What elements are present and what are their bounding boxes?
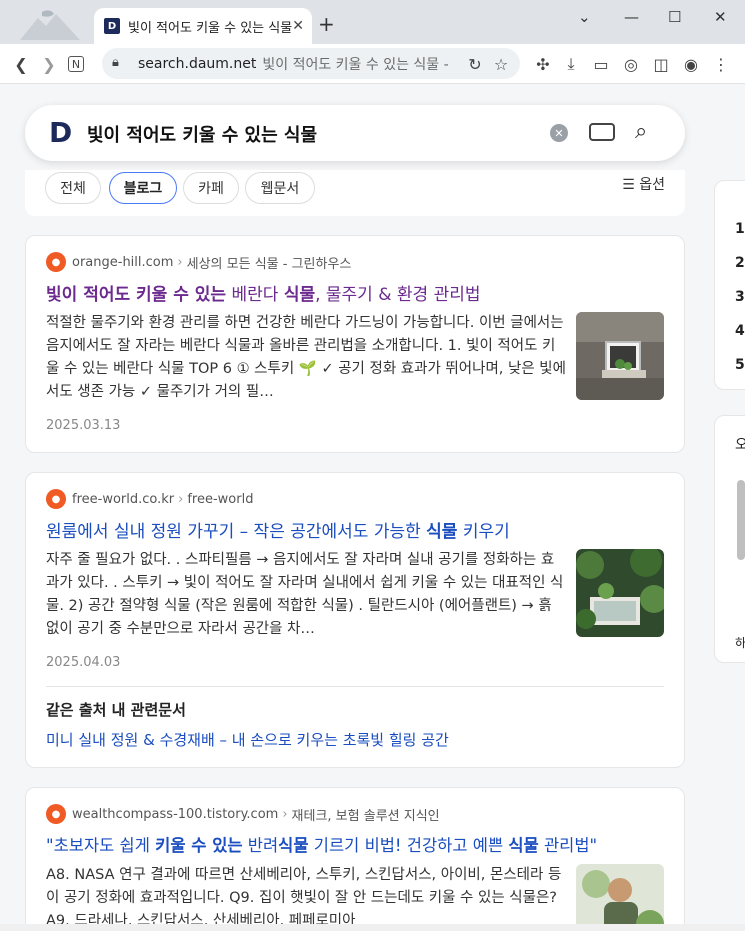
title-text: 기르기 비법! 건강하고 예쁜 [308, 836, 509, 855]
rank-number[interactable]: 2 [735, 255, 745, 271]
close-window-button[interactable]: ✕ [714, 8, 727, 26]
back-arrow-icon[interactable]: ❮ [10, 53, 32, 75]
sidebar-heading: 오 [735, 437, 745, 453]
lock-icon: 🔒︎ [112, 55, 119, 70]
options-label: 옵션 [639, 177, 665, 193]
search-box[interactable]: D 빛이 적어도 키울 수 있는 식물 ✕ ⌕ [25, 105, 685, 161]
menu-kebab-icon[interactable]: ⋮ [710, 53, 732, 75]
result-source[interactable]: ● wealthcompass-100.tistory.com › 재테크, 보… [46, 804, 440, 824]
search-input[interactable]: 빛이 적어도 키울 수 있는 식물 [87, 121, 317, 147]
tab-cafe[interactable]: 카페 [183, 172, 239, 204]
browser-toolbar: ❮ ❯ N 🔒︎ search.daum.net 빛이 적어도 키울 수 있는 … [0, 44, 745, 84]
filter-bar: 전체 블로그 카페 웹문서 ☰ 옵션 [25, 170, 685, 216]
source-subtitle: 재테크, 보험 솔루션 지식인 [291, 808, 440, 824]
result-source[interactable]: ● orange-hill.com › 세상의 모든 식물 - 그린하우스 [46, 252, 351, 272]
title-highlight: 식물 [278, 836, 309, 855]
breadcrumb-separator-icon: › [178, 491, 184, 507]
source-domain: wealthcompass-100.tistory.com [72, 806, 279, 822]
result-snippet: 적절한 물주기와 환경 관리를 하면 건강한 베란다 가드닝이 가능합니다. 이… [46, 315, 566, 400]
vertical-scrollbar[interactable] [737, 480, 745, 560]
source-site-icon: ● [46, 252, 66, 272]
horizontal-scrollbar[interactable] [0, 924, 745, 931]
source-subtitle: free-world [187, 491, 254, 507]
tab-search-chevron-icon[interactable]: ⌄ [578, 8, 591, 26]
source-site-icon: ● [46, 804, 66, 824]
reload-icon[interactable]: ↻ [464, 53, 486, 75]
new-tab-button[interactable]: + [318, 12, 335, 36]
bookmark-star-icon[interactable]: ☆ [490, 53, 512, 75]
sidebar-footer[interactable]: 하 [735, 634, 745, 651]
options-button[interactable]: ☰ 옵션 [622, 174, 665, 194]
title-highlight: 식물 [508, 836, 539, 855]
result-thumbnail[interactable] [576, 549, 664, 637]
result-card: ● orange-hill.com › 세상의 모든 식물 - 그린하우스 빛이… [25, 235, 685, 453]
maximize-button[interactable]: ☐ [668, 8, 681, 26]
tab-title: 빛이 적어도 키울 수 있는 식물 [128, 20, 293, 36]
title-text: 베란다 [226, 285, 284, 305]
result-source[interactable]: ● free-world.co.kr › free-world [46, 489, 253, 509]
tab-blog[interactable]: 블로그 [109, 172, 177, 204]
browser-titlebar: D 빛이 적어도 키울 수 있는 식물 ✕ + ⌄ — ☐ ✕ [0, 0, 745, 44]
screenshot-icon[interactable]: ◎ [620, 53, 642, 75]
related-link[interactable]: 미니 실내 정원 & 수경재배 – 내 손으로 키우는 초록빛 힐링 공간 [46, 729, 449, 750]
title-text: 관리법" [538, 836, 598, 855]
result-date: 2025.04.03 [46, 655, 121, 670]
rank-number[interactable]: 5 [735, 357, 745, 373]
title-highlight: 식물 [426, 522, 458, 542]
result-thumbnail[interactable] [576, 312, 664, 400]
title-text: , 물주기 & 환경 관리법 [315, 285, 481, 305]
clear-icon[interactable]: ✕ [550, 124, 568, 142]
sliders-icon: ☰ [622, 177, 640, 193]
bird-decoration-icon [20, 6, 80, 40]
tab-all[interactable]: 전체 [45, 172, 101, 204]
sidebar-ranking-panel: 1 2 3 4 5 [714, 180, 745, 390]
result-snippet: A8. NASA 연구 결과에 따르면 산세베리아, 스투키, 스킨답서스, 아… [46, 867, 562, 929]
download-icon[interactable]: ⤓ [560, 53, 582, 75]
profile-icon[interactable]: ◉ [680, 53, 702, 75]
daum-logo-icon[interactable]: D [49, 119, 73, 147]
title-text: 키우기 [457, 522, 510, 542]
title-highlight: 빛이 적어도 키울 수 있는 [46, 285, 227, 305]
forward-arrow-icon[interactable]: ❯ [38, 53, 60, 75]
breadcrumb-separator-icon: › [177, 254, 183, 270]
keyboard-icon[interactable] [589, 123, 615, 141]
section-divider [46, 686, 664, 687]
source-domain: free-world.co.kr [72, 491, 175, 507]
result-card: ● wealthcompass-100.tistory.com › 재테크, 보… [25, 787, 685, 931]
rank-number[interactable]: 1 [735, 221, 745, 237]
daum-favicon-icon: D [104, 18, 120, 34]
side-panel-icon[interactable]: ◫ [650, 53, 672, 75]
tab-close-icon[interactable]: ✕ [292, 18, 304, 34]
search-icon[interactable]: ⌕ [635, 119, 647, 144]
url-host: search.daum.net [138, 55, 257, 72]
title-text: 원룸에서 실내 정원 가꾸기 – 작은 공간에서도 가능한 [46, 522, 427, 542]
active-tab[interactable]: D 빛이 적어도 키울 수 있는 식물 ✕ [94, 8, 312, 44]
title-highlight: 식물 [283, 285, 316, 305]
source-site-icon: ● [46, 489, 66, 509]
title-text: 반려 [242, 836, 279, 855]
result-date: 2025.03.13 [46, 418, 121, 433]
site-info-icon[interactable]: N [68, 56, 84, 72]
tab-web-docs[interactable]: 웹문서 [245, 172, 315, 204]
rank-number[interactable]: 3 [735, 289, 745, 305]
related-heading: 같은 출처 내 관련문서 [46, 701, 186, 719]
rank-number[interactable]: 4 [735, 323, 745, 339]
source-subtitle: 세상의 모든 식물 - 그린하우스 [186, 256, 352, 272]
extensions-icon[interactable]: ✣ [532, 53, 554, 75]
minimize-button[interactable]: — [624, 8, 639, 26]
result-title[interactable]: 빛이 적어도 키울 수 있는 베란다 식물, 물주기 & 환경 관리법 [46, 280, 481, 305]
result-snippet: 자주 줄 필요가 없다. . 스파티필름 → 음지에서도 잘 자라며 실내 공기… [46, 552, 564, 637]
source-domain: orange-hill.com [72, 254, 174, 270]
title-highlight: 키울 수 있는 [155, 836, 243, 855]
result-card: ● free-world.co.kr › free-world 원룸에서 실내 … [25, 472, 685, 768]
breadcrumb-separator-icon: › [282, 806, 288, 822]
result-title[interactable]: 원룸에서 실내 정원 가꾸기 – 작은 공간에서도 가능한 식물 키우기 [46, 517, 510, 542]
video-icon[interactable]: ▭ [590, 53, 612, 75]
address-bar[interactable]: 🔒︎ search.daum.net 빛이 적어도 키울 수 있는 식물 - [102, 48, 520, 79]
result-thumbnail[interactable] [576, 864, 664, 931]
title-text: "초보자도 쉽게 [46, 836, 156, 855]
search-results-page: 전체 블로그 카페 웹문서 ☰ 옵션 D 빛이 적어도 키울 수 있는 식물 ✕… [0, 85, 745, 931]
result-title[interactable]: "초보자도 쉽게 키울 수 있는 반려식물 기르기 비법! 건강하고 예쁜 식물… [46, 832, 597, 856]
url-query: 빛이 적어도 키울 수 있는 식물 - [262, 56, 449, 73]
